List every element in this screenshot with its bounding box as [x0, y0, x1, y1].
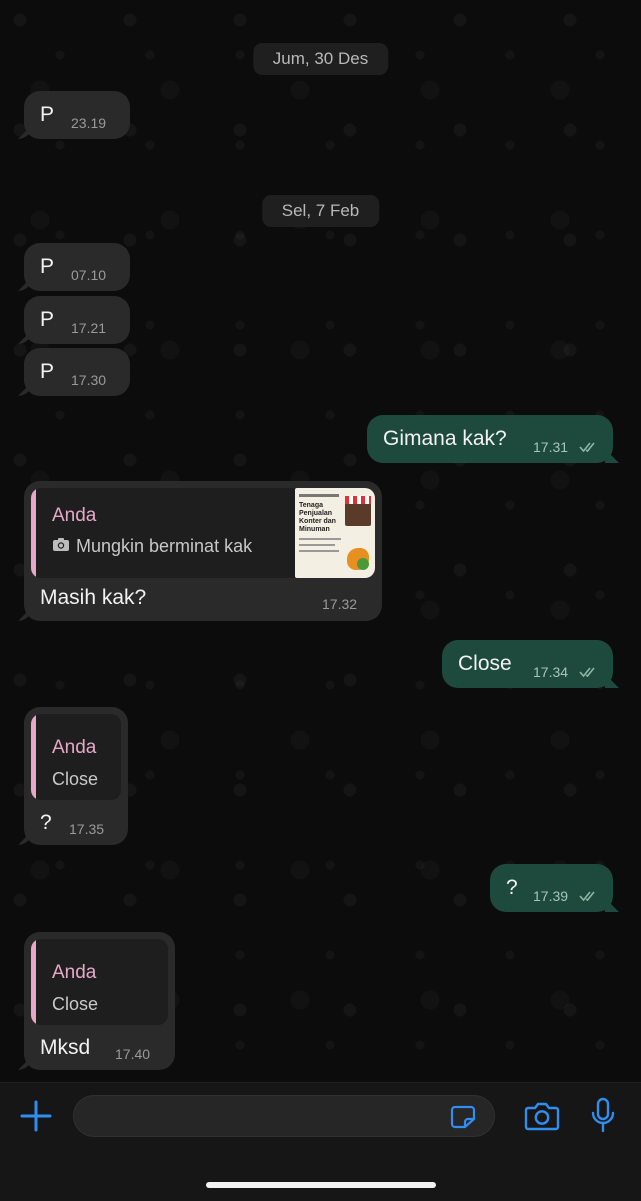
double-check-icon — [579, 667, 595, 678]
quoted-image-thumbnail: Tenaga Penjualan Konter dan Minuman — [295, 488, 375, 578]
message-time: 17.31 — [533, 439, 569, 455]
message-text: P — [40, 255, 55, 278]
message-bubble[interactable]: P 07.10 — [24, 243, 130, 291]
message-time: 23.19 — [71, 115, 107, 131]
thumbnail-title: Tenaga Penjualan Konter dan Minuman — [299, 502, 336, 533]
date-chip: Sel, 7 Feb — [261, 195, 380, 227]
plus-icon[interactable] — [20, 1100, 52, 1132]
message-bubble[interactable]: P 17.30 — [24, 348, 130, 396]
message-bubble[interactable]: P 17.21 — [24, 296, 130, 344]
message-time: 07.10 — [71, 267, 107, 283]
message-text: Mksd — [40, 1036, 91, 1059]
home-indicator[interactable] — [206, 1182, 436, 1188]
message-text: ? — [506, 876, 518, 899]
message-text: Gimana kak? — [383, 427, 507, 450]
quoted-message[interactable]: Anda Close — [31, 939, 168, 1025]
double-check-icon — [579, 891, 595, 902]
quote-author: Anda — [52, 737, 97, 758]
quote-text: Close — [52, 769, 99, 789]
quote-bar — [31, 714, 36, 800]
message-time: 17.35 — [69, 821, 105, 837]
composer-bar — [0, 1082, 641, 1201]
message-time: 17.21 — [71, 320, 107, 336]
chat-area[interactable]: Jum, 30 Des P 23.19 Sel, 7 Feb P 07.10 P… — [0, 0, 641, 1082]
quote-author: Anda — [52, 505, 97, 526]
message-bubble[interactable]: Anda Close ? 17.35 — [24, 707, 128, 845]
quote-text: Close — [52, 994, 99, 1014]
message-time: 17.34 — [533, 664, 569, 680]
message-bubble[interactable]: ? 17.39 — [490, 864, 613, 912]
message-bubble[interactable]: Anda Mungkin berminat kak Tenaga Penjual… — [24, 481, 382, 621]
message-bubble[interactable]: Close 17.34 — [442, 640, 613, 688]
quoted-message[interactable]: Anda Mungkin berminat kak Tenaga Penjual… — [31, 488, 375, 578]
quote-bar — [31, 939, 36, 1025]
message-time: 17.40 — [115, 1046, 151, 1062]
message-time: 17.30 — [71, 372, 107, 388]
message-text: P — [40, 308, 55, 331]
message-text: ? — [40, 811, 52, 834]
message-text: P — [40, 103, 55, 126]
quote-author: Anda — [52, 962, 97, 983]
message-input[interactable] — [73, 1095, 495, 1137]
quote-bar — [31, 488, 36, 578]
double-check-icon — [579, 442, 595, 453]
microphone-icon[interactable] — [590, 1097, 616, 1135]
quote-text: Mungkin berminat kak — [76, 536, 253, 556]
message-bubble[interactable]: Anda Close Mksd 17.40 — [24, 932, 175, 1070]
message-text: Close — [458, 652, 512, 675]
message-time: 17.32 — [322, 596, 358, 612]
message-bubble[interactable]: Gimana kak? 17.31 — [367, 415, 613, 463]
message-text: P — [40, 360, 55, 383]
quoted-message[interactable]: Anda Close — [31, 714, 121, 800]
sticker-icon[interactable] — [450, 1105, 476, 1129]
date-chip: Jum, 30 Des — [252, 43, 389, 75]
message-text: Masih kak? — [40, 586, 147, 609]
message-time: 17.39 — [533, 888, 569, 904]
camera-icon[interactable] — [524, 1101, 560, 1131]
message-bubble[interactable]: P 23.19 — [24, 91, 130, 139]
camera-small-icon — [53, 538, 69, 551]
